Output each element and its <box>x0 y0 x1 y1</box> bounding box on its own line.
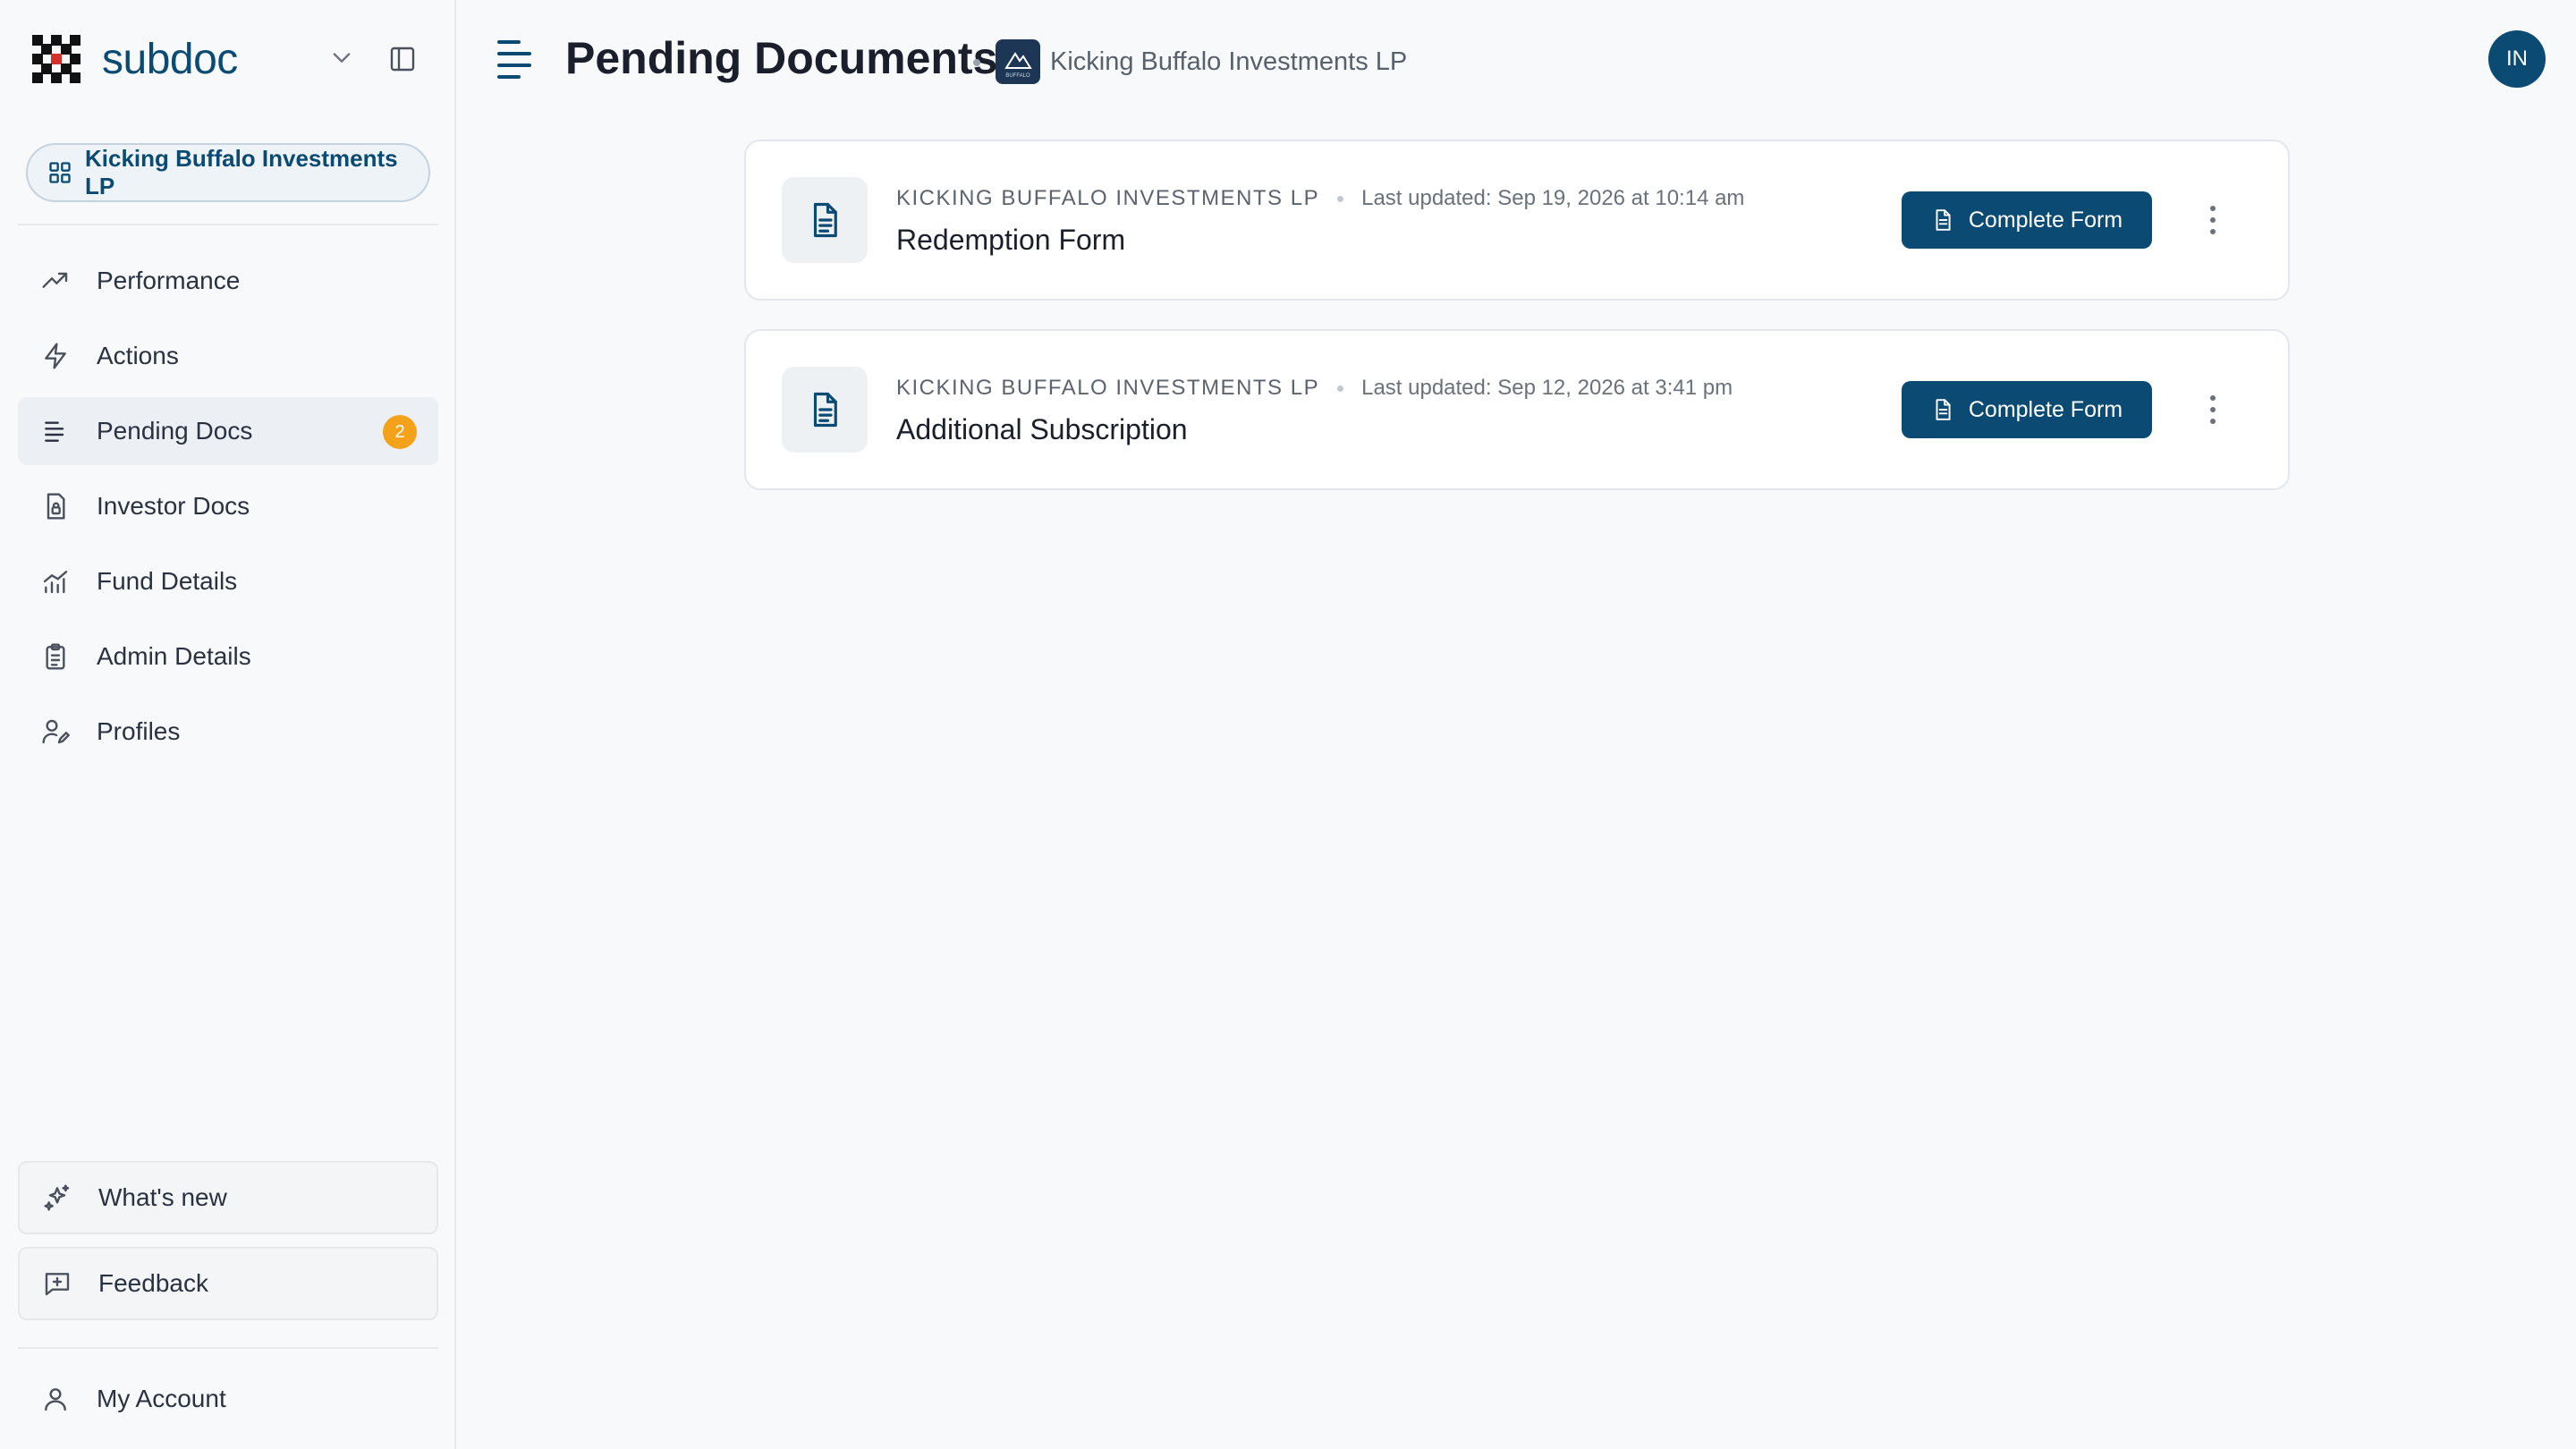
page-title: Pending Documents <box>565 33 998 83</box>
sidebar-item-performance[interactable]: Performance <box>18 247 438 315</box>
document-icon <box>1936 209 1951 231</box>
sidebar: subdoc Kicking Buffalo Investments LP Pe… <box>0 0 456 1449</box>
sidebar-item-label: Profiles <box>97 717 181 745</box>
document-card: KICKING BUFFALO INVESTMENTS LP Last upda… <box>744 140 2290 301</box>
sidebar-item-pending-docs[interactable]: Pending Docs 2 <box>18 397 438 465</box>
whats-new-button[interactable]: What's new <box>18 1161 438 1234</box>
document-meta: KICKING BUFFALO INVESTMENTS LP Last upda… <box>896 376 1733 401</box>
divider <box>18 224 438 225</box>
document-lock-icon <box>47 493 65 520</box>
document-icon-box <box>782 177 868 263</box>
sidebar-item-investor-docs[interactable]: Investor Docs <box>18 472 438 540</box>
brand-name: subdoc <box>102 35 238 83</box>
document-fund: KICKING BUFFALO INVESTMENTS LP <box>896 186 1320 210</box>
document-updated: Last updated: Sep 12, 2026 at 3:41 pm <box>1361 376 1733 400</box>
meta-separator <box>1337 195 1344 202</box>
subdoc-logo-icon <box>32 35 80 83</box>
list-icon <box>45 421 64 442</box>
more-options-icon[interactable] <box>2199 392 2227 428</box>
sidebar-item-admin-details[interactable]: Admin Details <box>18 623 438 691</box>
sidebar-item-profiles[interactable]: Profiles <box>18 698 438 766</box>
user-icon <box>45 1388 66 1411</box>
feedback-label: Feedback <box>98 1269 208 1297</box>
sidebar-item-label: Pending Docs <box>97 417 253 445</box>
bar-chart-icon <box>43 571 68 594</box>
sidebar-item-label: Investor Docs <box>97 492 250 520</box>
document-meta: KICKING BUFFALO INVESTMENTS LP Last upda… <box>896 186 1744 211</box>
sidebar-item-label: Performance <box>97 267 241 294</box>
feedback-icon <box>45 1273 70 1296</box>
document-icon-box <box>782 367 868 453</box>
clipboard-icon <box>46 643 65 670</box>
meta-separator <box>1337 385 1344 392</box>
sidebar-item-label: Actions <box>97 342 179 369</box>
trending-up-icon <box>42 272 68 288</box>
divider <box>18 1347 438 1349</box>
sparkles-icon <box>44 1184 70 1211</box>
feedback-button[interactable]: Feedback <box>18 1247 438 1320</box>
complete-form-button[interactable]: Complete Form <box>1902 191 2152 249</box>
breadcrumb-fund[interactable]: Kicking Buffalo Investments LP <box>1050 45 1407 79</box>
fund-selector[interactable]: Kicking Buffalo Investments LP <box>26 143 430 202</box>
pending-docs-icon <box>497 40 531 79</box>
breadcrumb-separator <box>973 59 980 66</box>
avatar[interactable]: IN <box>2488 30 2546 88</box>
sidebar-nav: Performance Actions Pending Docs 2 Inves… <box>18 247 438 773</box>
document-card: KICKING BUFFALO INVESTMENTS LP Last upda… <box>744 329 2290 490</box>
sidebar-item-actions[interactable]: Actions <box>18 322 438 390</box>
document-icon <box>1936 399 1951 420</box>
document-title: Redemption Form <box>896 224 1126 256</box>
pending-count-badge: 2 <box>383 415 417 449</box>
document-icon <box>813 202 837 238</box>
document-icon <box>813 392 837 428</box>
grid-icon <box>49 162 71 183</box>
sidebar-item-label: Fund Details <box>97 567 238 595</box>
fund-logo-text: BUFFALO <box>1005 73 1030 79</box>
user-edit-icon <box>42 719 70 744</box>
complete-form-button[interactable]: Complete Form <box>1902 381 2152 438</box>
brand[interactable]: subdoc <box>32 34 238 84</box>
document-fund: KICKING BUFFALO INVESTMENTS LP <box>896 376 1320 400</box>
fund-logo: BUFFALO <box>996 39 1040 84</box>
sidebar-item-label: Admin Details <box>97 642 251 670</box>
sidebar-item-fund-details[interactable]: Fund Details <box>18 547 438 615</box>
complete-form-label: Complete Form <box>1968 396 2123 422</box>
document-updated: Last updated: Sep 19, 2026 at 10:14 am <box>1361 186 1745 210</box>
whats-new-label: What's new <box>98 1183 227 1211</box>
document-title: Additional Subscription <box>896 413 1188 445</box>
my-account-label: My Account <box>97 1385 226 1412</box>
fund-selector-label: Kicking Buffalo Investments LP <box>85 145 398 199</box>
chevron-down-icon[interactable] <box>329 45 354 70</box>
more-options-icon[interactable] <box>2199 202 2227 238</box>
buffalo-logo-icon: BUFFALO <box>1004 52 1032 79</box>
lightning-icon <box>45 343 66 369</box>
my-account-button[interactable]: My Account <box>18 1365 438 1433</box>
sidebar-toggle-icon[interactable] <box>388 45 417 73</box>
complete-form-label: Complete Form <box>1968 207 2123 233</box>
